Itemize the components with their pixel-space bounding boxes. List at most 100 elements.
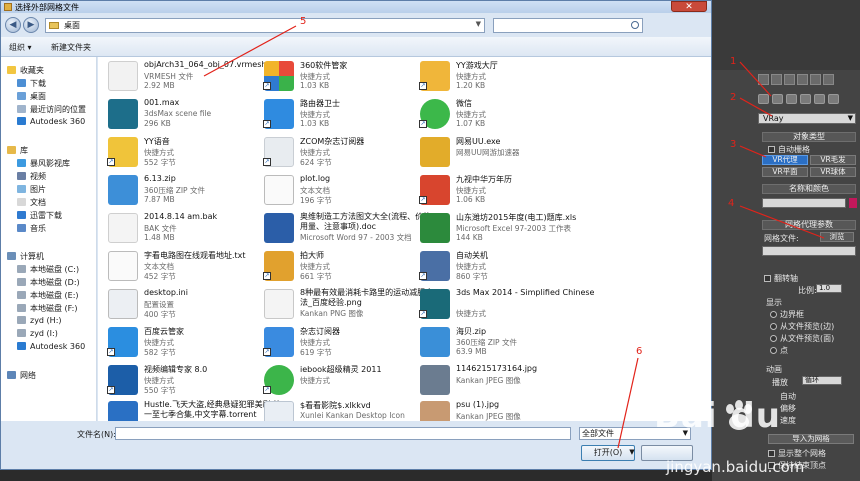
navigation-pane: 收藏夹 下载 桌面 最近访问的位置 Autodesk 360 库 暴风影视库 视… [1,57,97,421]
nav-network[interactable]: 网络 [7,370,36,382]
cameras-icon[interactable] [800,94,811,104]
scale-spinner[interactable]: 1.0 [816,284,842,293]
nav-autodesk-360[interactable]: Autodesk 360 [17,117,85,129]
object-name-input[interactable] [762,198,846,208]
file-item[interactable]: ↗ 路由器卫士 快捷方式 1.03 KB [258,95,413,133]
file-item[interactable]: ↗ 杂志订阅器 快捷方式 619 字节 [258,323,413,361]
back-arrow-icon[interactable]: ◀ [5,17,21,33]
preview-face-radio[interactable]: 从文件预览(面) [770,333,834,344]
lights-icon[interactable] [786,94,797,104]
vr-sphere-button[interactable]: VR球体 [810,167,856,177]
preview-edge-radio[interactable]: 从文件预览(边) [770,321,834,332]
browse-button[interactable]: 浏览 [820,232,854,242]
file-item[interactable]: ↗ 360软件管家 快捷方式 1.03 KB [258,57,413,95]
file-item[interactable]: ↗ ZCOM杂志订阅器 快捷方式 624 字节 [258,133,413,171]
point-radio[interactable]: 点 [770,345,788,356]
nav-music[interactable]: 音乐 [17,223,46,235]
torrent-icon [108,401,138,421]
file-item[interactable]: ↗ 百度云管家 快捷方式 582 字节 [102,323,257,361]
object-type-rollout[interactable]: 对象类型 [762,132,856,142]
chevron-down-icon[interactable]: ▼ [476,20,481,28]
object-color-swatch[interactable] [849,198,857,208]
nav-disk-c[interactable]: 本地磁盘 (C:) [17,264,79,276]
file-item[interactable]: ↗ 九视中华万年历 快捷方式 1.06 KB [414,171,569,209]
nav-pictures[interactable]: 图片 [17,184,46,196]
nav-download[interactable]: 下载 [17,78,46,90]
file-item[interactable]: ↗ YY游戏大厅 快捷方式 1.20 KB [414,57,569,95]
vr-proxy-button[interactable]: VR代理 [762,155,808,165]
mesh-proxy-params-rollout[interactable]: 网格代理参数 [762,220,856,230]
file-item[interactable]: 网易UU.exe 网易UU网游加速器 [414,133,569,171]
nav-storm[interactable]: 暴风影视库 [17,158,70,170]
file-item[interactable]: psu (1).jpg Kankan JPEG 图像 [414,397,569,421]
filename-input[interactable] [115,427,571,440]
file-item[interactable]: ↗ iebook超级精灵 2011 快捷方式 [258,361,413,399]
modify-tab-icon[interactable] [771,74,782,85]
nav-zyd-h[interactable]: zyd (H:) [17,316,62,328]
file-item[interactable]: ↗ 视频编辑专家 8.0 快捷方式 550 字节 [102,361,257,399]
create-tab-icon[interactable] [758,74,769,85]
nav-library[interactable]: 库 [7,145,28,157]
file-item[interactable]: 字看电路图在线观看地址.txt 文本文档 452 字节 [102,247,257,285]
file-item[interactable]: 山东潍坊2015年度(电工)题库.xls Microsoft Excel 97-2… [414,209,576,247]
file-item[interactable]: 海贝.zip 360压缩 ZIP 文件 63.9 MB [414,323,569,361]
organize-button[interactable]: 组织 ▾ [9,42,32,53]
geometry-icon[interactable] [758,94,769,104]
library-icon [7,146,16,154]
file-item[interactable]: desktop.ini 配置设置 400 字节 [102,285,257,323]
display-tab-icon[interactable] [810,74,821,85]
file-item[interactable]: 2014.8.14 am.bak BAK 文件 1.48 MB [102,209,257,247]
nav-disk-f[interactable]: 本地磁盘 (F:) [17,303,77,315]
file-item[interactable]: plot.log 文本文档 196 字节 [258,171,413,209]
file-item[interactable]: ↗ 拍大师 快捷方式 661 字节 [258,247,413,285]
geometry-type-select[interactable]: VRay ▼ [758,113,856,124]
new-folder-button[interactable]: 新建文件夹 [51,42,91,53]
file-item[interactable]: $看看影院$.xlkkvd Xunlei Kankan Desktop Icon [258,397,413,421]
hierarchy-tab-icon[interactable] [784,74,795,85]
nav-docs[interactable]: 文档 [17,197,46,209]
close-button[interactable]: ✕ [671,1,707,12]
file-item[interactable]: 001.max 3dsMax scene file 296 KB [102,95,257,133]
toolbar: 组织 ▾ 新建文件夹 [1,37,711,57]
motion-tab-icon[interactable] [797,74,808,85]
utilities-tab-icon[interactable] [823,74,834,85]
file-item[interactable]: Hustle.飞天大盗,经典悬疑犯罪美剧.第一至七季合集,中文字幕.torren… [102,397,281,421]
search-input[interactable] [493,18,643,33]
helpers-icon[interactable] [814,94,825,104]
shortcut-arrow-icon: ↗ [107,348,115,356]
nav-zyd-i[interactable]: zyd (I:) [17,329,58,341]
open-dropdown-icon[interactable]: ▼ [627,445,637,461]
name-color-rollout[interactable]: 名称和颜色 [762,184,856,194]
spacewarps-icon[interactable] [828,94,839,104]
file-item[interactable]: ↗ 自动关机 快捷方式 860 字节 [414,247,569,285]
bbox-radio[interactable]: 边界框 [770,309,804,320]
vr-plane-button[interactable]: VR平面 [762,167,808,177]
file-item[interactable]: objArch31_064_obj_07.vrmesh VRMESH 文件 2.92… [102,57,266,95]
nav-xunlei[interactable]: 迅雷下载 [17,210,62,222]
nav-autodesk-360-2[interactable]: Autodesk 360 [17,342,85,354]
nav-disk-d[interactable]: 本地磁盘 (D:) [17,277,80,289]
nav-video[interactable]: 视频 [17,171,46,183]
nav-desktop[interactable]: 桌面 [17,91,46,103]
nav-disk-e[interactable]: 本地磁盘 (E:) [17,290,79,302]
file-item[interactable]: 1146215173164.jpg Kankan JPEG 图像 [414,361,569,399]
nav-favorites[interactable]: 收藏夹 [7,65,44,77]
address-bar[interactable]: 桌面 ▼ [45,18,485,33]
breadcrumb[interactable]: 桌面 [64,20,80,31]
auto-grid-checkbox[interactable]: 自动栅格 [768,144,810,155]
shapes-icon[interactable] [772,94,783,104]
file-item[interactable]: ↗ 微信 快捷方式 1.07 KB [414,95,569,133]
flip-axis-checkbox[interactable]: 翻转轴 [764,273,798,284]
nav-computer[interactable]: 计算机 [7,251,44,263]
file-item[interactable]: ↗ YY语音 快捷方式 552 字节 [102,133,257,171]
file-item[interactable]: 6.13.zip 360压缩 ZIP 文件 7.87 MB [102,171,257,209]
mesh-file-input[interactable] [762,246,856,256]
file-item[interactable]: 8种最有效最消耗卡路里的运动减肥方法_百度经验.png Kankan PNG 图像 [258,285,433,323]
playback-select[interactable]: 循环 [802,376,842,385]
file-item[interactable]: ↗ 3ds Max 2014 - Simplified Chinese 快捷方式 [414,285,594,323]
file-item[interactable]: 奥维制造工方法图文大全(流程、价格、用量、注意事项).doc Microsoft … [258,209,439,247]
nav-recent[interactable]: 最近访问的位置 [17,104,86,116]
forward-arrow-icon[interactable]: ▶ [23,17,39,33]
vr-fur-button[interactable]: VR毛发 [810,155,856,165]
dialog-footer: 文件名(N): 全部文件 ▼ 打开(O) ▼ [1,421,711,469]
